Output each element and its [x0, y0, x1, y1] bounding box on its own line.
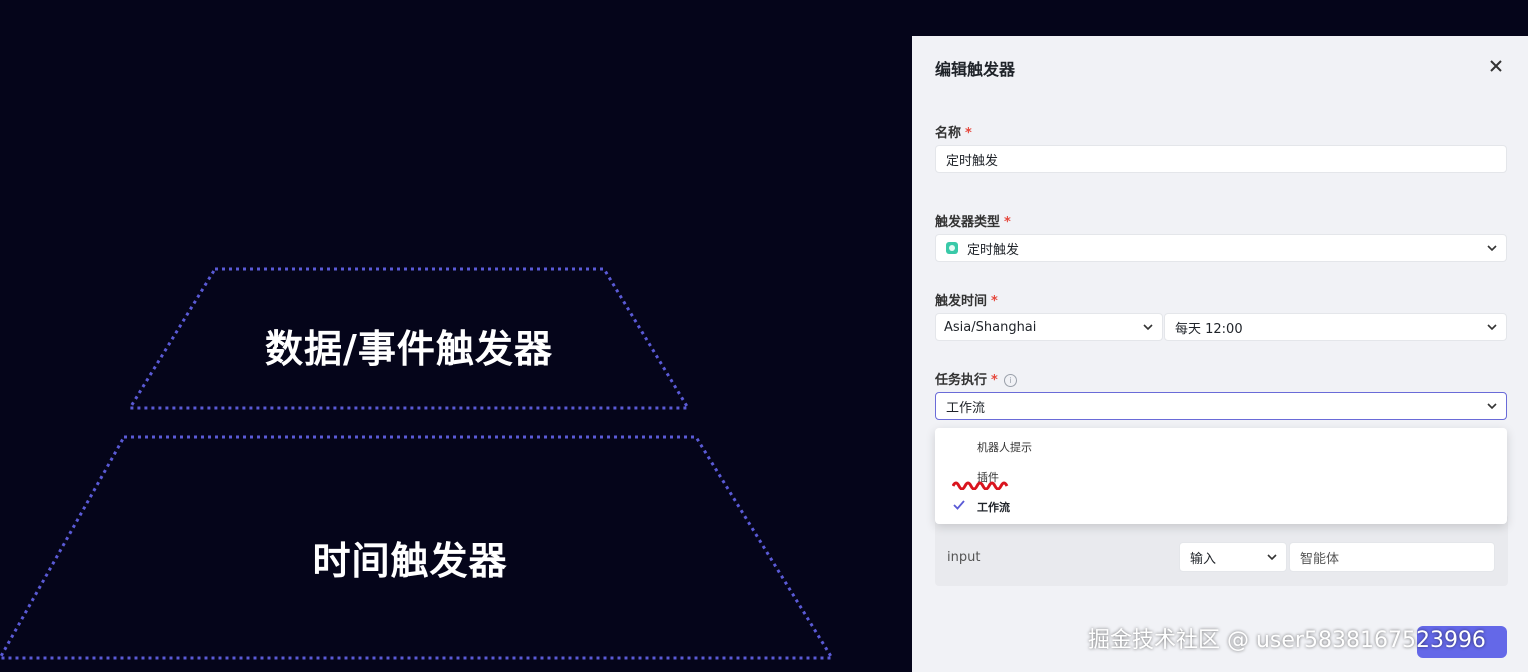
chevron-down-icon: [1487, 403, 1497, 410]
option-robot-prompt[interactable]: 机器人提示: [977, 439, 1032, 455]
task-execution-label-text: 任务执行: [935, 373, 988, 388]
panel-title: 编辑触发器: [935, 60, 1016, 79]
required-mark: *: [1004, 215, 1011, 230]
timezone-select[interactable]: Asia/Shanghai: [935, 313, 1163, 341]
required-mark: *: [991, 294, 998, 309]
top-tier-label: 数据/事件触发器: [265, 327, 553, 371]
edit-trigger-panel: 编辑触发器 名称 * 定时触发 触发器类型 * 定时触发 触发时间 * Asia/Sh…: [912, 36, 1528, 672]
watermark: 掘金技术社区 @ user5838167523996: [1088, 628, 1486, 653]
task-execution-value: 工作流: [946, 400, 986, 416]
close-icon: [1490, 60, 1502, 72]
param-type-select[interactable]: 输入: [1179, 542, 1287, 572]
required-mark: *: [965, 126, 972, 141]
squiggle-annotation: [952, 481, 1009, 490]
trigger-time-label-text: 触发时间: [935, 294, 988, 309]
info-icon[interactable]: i: [1003, 374, 1017, 387]
trigger-type-label-text: 触发器类型: [935, 215, 1001, 230]
task-execution-dropdown: 机器人提示 插件 工作流: [935, 428, 1507, 524]
clock-icon: [946, 242, 958, 254]
name-label-text: 名称: [935, 126, 962, 141]
schedule-select[interactable]: 每天 12:00: [1164, 313, 1507, 341]
param-value: 智能体: [1300, 551, 1340, 567]
schedule-value: 每天 12:00: [1175, 321, 1243, 337]
trigger-time-label: 触发时间 *: [935, 290, 998, 309]
option-workflow[interactable]: 工作流: [977, 499, 1010, 515]
required-mark: *: [991, 373, 998, 388]
trigger-type-value: 定时触发: [967, 242, 1020, 258]
chevron-down-icon: [1143, 324, 1153, 331]
params-table: input 输入 智能体: [935, 514, 1508, 586]
trigger-type-select[interactable]: 定时触发: [935, 234, 1507, 262]
bottom-tier-label: 时间触发器: [312, 539, 508, 583]
name-input[interactable]: 定时触发: [935, 145, 1507, 173]
chevron-down-icon: [1487, 245, 1497, 252]
param-value-input[interactable]: 智能体: [1289, 542, 1495, 572]
check-icon: [953, 500, 965, 510]
timezone-value: Asia/Shanghai: [944, 319, 1037, 335]
task-execution-label: 任务执行 * i: [935, 369, 1017, 388]
chevron-down-icon: [1267, 554, 1277, 561]
close-button[interactable]: [1484, 54, 1508, 78]
task-execution-select[interactable]: 工作流: [935, 392, 1507, 420]
chevron-down-icon: [1487, 324, 1497, 331]
slide: 数据/事件触发器 时间触发器 编辑触发器 名称 * 定时触发 触发器类型 * 定时触…: [0, 0, 1528, 672]
trigger-type-label: 触发器类型 *: [935, 211, 1011, 230]
param-type-value: 输入: [1190, 551, 1217, 567]
name-label: 名称 *: [935, 122, 972, 141]
param-name: input: [947, 550, 981, 565]
name-input-value: 定时触发: [946, 153, 999, 169]
